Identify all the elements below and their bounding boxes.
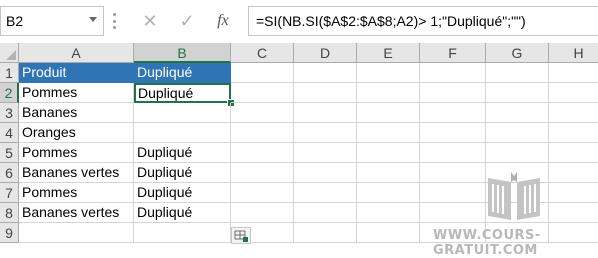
cell-b6[interactable]: Dupliqué (134, 163, 231, 183)
cell-g5[interactable] (486, 143, 549, 163)
cell-a6[interactable]: Bananes vertes (19, 163, 134, 183)
cell-b7[interactable]: Dupliqué (134, 183, 231, 203)
cell-e7[interactable] (357, 183, 420, 203)
drag-handle-icon[interactable] (112, 13, 116, 29)
chevron-down-icon[interactable] (89, 17, 97, 22)
select-all-button[interactable] (0, 43, 19, 63)
cell-a7[interactable]: Pommes (19, 183, 134, 203)
cell-e8[interactable] (357, 203, 420, 223)
row-header[interactable]: 8 (0, 203, 19, 223)
cell-f7[interactable] (420, 183, 486, 203)
cell-h5[interactable] (549, 143, 598, 163)
cell-c7[interactable] (231, 183, 294, 203)
cell-e6[interactable] (357, 163, 420, 183)
cell-d4[interactable] (294, 123, 357, 143)
row-header[interactable]: 2 (0, 83, 19, 103)
row-header[interactable]: 6 (0, 163, 19, 183)
cell-f2[interactable] (420, 83, 486, 103)
cell-b1[interactable]: Dupliqué (134, 63, 231, 83)
cell-d9[interactable] (294, 223, 357, 243)
formula-bar: B2 ✕ ✓ fx =SI(NB.SI($A$2:$A$8;A2)> 1;"Du… (0, 0, 598, 42)
cell-c2[interactable] (231, 83, 294, 103)
watermark-text: WWW.COURS-GRATUIT.COM (433, 228, 541, 258)
cell-e5[interactable] (357, 143, 420, 163)
column-header-e[interactable]: E (357, 43, 420, 63)
cell-b9[interactable] (134, 223, 231, 243)
cell-h2[interactable] (549, 83, 598, 103)
column-header-f[interactable]: F (420, 43, 486, 63)
cell-e4[interactable] (357, 123, 420, 143)
cell-h4[interactable] (549, 123, 598, 143)
cell-g2[interactable] (486, 83, 549, 103)
cell-h6[interactable] (549, 163, 598, 183)
cell-b2[interactable]: Dupliqué (134, 83, 231, 103)
cell-f6[interactable] (420, 163, 486, 183)
cell-g3[interactable] (486, 103, 549, 123)
cell-a4[interactable]: Oranges (19, 123, 134, 143)
row-header[interactable]: 1 (0, 63, 19, 83)
row-header[interactable]: 3 (0, 103, 19, 123)
cell-d5[interactable] (294, 143, 357, 163)
cell-b8[interactable]: Dupliqué (134, 203, 231, 223)
cell-f8[interactable] (420, 203, 486, 223)
cancel-icon[interactable]: ✕ (139, 10, 161, 32)
row-header[interactable]: 5 (0, 143, 19, 163)
column-header-c[interactable]: C (231, 43, 294, 63)
cell-c4[interactable] (231, 123, 294, 143)
cell-e3[interactable] (357, 103, 420, 123)
row-header[interactable]: 7 (0, 183, 19, 203)
column-header-b[interactable]: B (134, 43, 231, 63)
cell-h8[interactable] (549, 203, 598, 223)
column-header-a[interactable]: A (19, 43, 134, 63)
cell-e9[interactable] (357, 223, 420, 243)
quick-analysis-button[interactable] (231, 227, 251, 244)
cell-b5[interactable]: Dupliqué (134, 143, 231, 163)
cell-f3[interactable] (420, 103, 486, 123)
cell-d1[interactable] (294, 63, 357, 83)
row-header[interactable]: 4 (0, 123, 19, 143)
cell-d6[interactable] (294, 163, 357, 183)
cell-a2[interactable]: Pommes (19, 83, 134, 103)
cell-a1[interactable]: Produit (19, 63, 134, 83)
cell-e1[interactable] (357, 63, 420, 83)
cell-f5[interactable] (420, 143, 486, 163)
column-header-h[interactable]: H (549, 43, 598, 63)
cell-g4[interactable] (486, 123, 549, 143)
cell-d3[interactable] (294, 103, 357, 123)
cell-g1[interactable] (486, 63, 549, 83)
cell-h7[interactable] (549, 183, 598, 203)
cell-h3[interactable] (549, 103, 598, 123)
cell-d2[interactable] (294, 83, 357, 103)
cell-c8[interactable] (231, 203, 294, 223)
enter-icon[interactable]: ✓ (176, 10, 198, 32)
name-box[interactable]: B2 (0, 6, 104, 36)
insert-function-icon[interactable]: fx (212, 10, 234, 32)
cell-b4[interactable] (134, 123, 231, 143)
column-header-g[interactable]: G (486, 43, 549, 63)
cell-c3[interactable] (231, 103, 294, 123)
cell-d7[interactable] (294, 183, 357, 203)
cell-e2[interactable] (357, 83, 420, 103)
cell-a9[interactable] (19, 223, 134, 243)
name-box-value: B2 (6, 13, 24, 29)
cell-h1[interactable] (549, 63, 598, 83)
column-header-d[interactable]: D (294, 43, 357, 63)
book-icon (484, 172, 544, 224)
formula-input[interactable]: =SI(NB.SI($A$2:$A$8;A2)> 1;"Dupliqué";""… (248, 6, 598, 36)
cell-c1[interactable] (231, 63, 294, 83)
cell-d8[interactable] (294, 203, 357, 223)
cell-c5[interactable] (231, 143, 294, 163)
cell-a8[interactable]: Bananes vertes (19, 203, 134, 223)
cell-b3[interactable] (134, 103, 231, 123)
row-header[interactable]: 9 (0, 223, 19, 243)
cell-c6[interactable] (231, 163, 294, 183)
quick-analysis-icon (234, 230, 248, 242)
cell-f4[interactable] (420, 123, 486, 143)
cell-a3[interactable]: Bananes (19, 103, 134, 123)
cell-f1[interactable] (420, 63, 486, 83)
cell-a5[interactable]: Pommes (19, 143, 134, 163)
